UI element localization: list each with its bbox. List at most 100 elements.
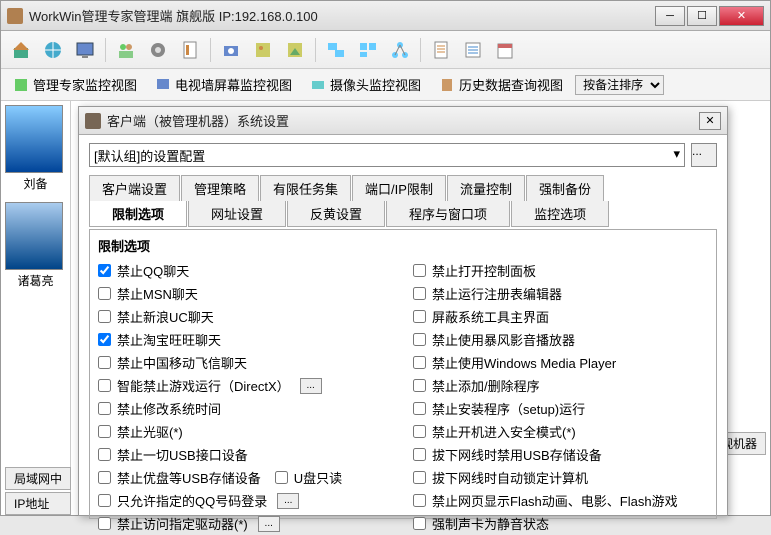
restrict-item[interactable]: 只允许指定的QQ号码登录... (98, 489, 393, 512)
restrict-item[interactable]: 禁止打开控制面板 (413, 259, 708, 282)
image2-icon[interactable] (281, 36, 309, 64)
restrict-item[interactable]: 禁止运行注册表编辑器 (413, 282, 708, 305)
config-more-button[interactable]: ... (691, 143, 717, 167)
checkbox[interactable] (413, 379, 426, 392)
checkbox[interactable] (98, 287, 111, 300)
restrict-item[interactable]: 禁止访问指定驱动器(*)... (98, 512, 393, 535)
restrict-item[interactable]: 禁止使用暴风影音播放器 (413, 328, 708, 351)
restrict-label: 禁止新浪UC聊天 (117, 307, 214, 326)
restrict-item[interactable]: 禁止一切USB接口设备 (98, 443, 393, 466)
restrict-item[interactable]: 禁止QQ聊天 (98, 259, 393, 282)
checkbox[interactable] (413, 471, 426, 484)
doc-icon[interactable] (427, 36, 455, 64)
restrict-item[interactable]: 禁止新浪UC聊天 (98, 305, 393, 328)
checkbox[interactable] (98, 402, 111, 415)
tab-4[interactable]: 流量控制 (447, 175, 525, 201)
restrict-item[interactable]: 禁止网页显示Flash动画、电影、Flash游戏 (413, 489, 708, 512)
subtab-3[interactable]: 程序与窗口项 (386, 201, 510, 227)
subtab-4[interactable]: 监控选项 (511, 201, 609, 227)
restrict-item[interactable]: 禁止添加/删除程序 (413, 374, 708, 397)
calendar-icon[interactable] (491, 36, 519, 64)
checkbox[interactable] (98, 264, 111, 277)
checkbox[interactable] (98, 425, 111, 438)
subtab-0[interactable]: 限制选项 (89, 201, 187, 227)
restrict-item[interactable]: 拔下网线时自动锁定计算机 (413, 466, 708, 489)
checkbox[interactable] (98, 448, 111, 461)
checkbox[interactable] (98, 471, 111, 484)
checkbox[interactable] (413, 310, 426, 323)
close-button[interactable]: ✕ (719, 6, 764, 26)
restrict-label: 禁止QQ聊天 (117, 261, 189, 280)
minimize-button[interactable]: ─ (655, 6, 685, 26)
globe-icon[interactable] (39, 36, 67, 64)
view-expert[interactable]: 管理专家监控视图 (7, 73, 143, 96)
users-icon[interactable] (112, 36, 140, 64)
more-button[interactable]: ... (277, 493, 299, 509)
checkbox[interactable] (98, 356, 111, 369)
checkbox[interactable] (98, 379, 111, 392)
sort-select[interactable]: 按备注排序 (575, 75, 664, 95)
checkbox[interactable] (413, 287, 426, 300)
checkbox[interactable] (413, 425, 426, 438)
tab-5[interactable]: 强制备份 (526, 175, 604, 201)
view-tvwall[interactable]: 电视墙屏幕监控视图 (149, 73, 298, 96)
checkbox[interactable] (413, 356, 426, 369)
report-icon[interactable] (176, 36, 204, 64)
bottom-tab-lan[interactable]: 局域网中 (5, 467, 71, 490)
dialog-titlebar[interactable]: 客户端（被管理机器）系统设置 ✕ (79, 107, 727, 135)
client-thumb-1[interactable] (5, 105, 63, 173)
restrict-item[interactable]: 禁止安装程序（setup)运行 (413, 397, 708, 420)
tab-3[interactable]: 端口/IP限制 (352, 175, 446, 201)
restrict-item[interactable]: 禁止优盘等USB存储设备U盘只读 (98, 466, 393, 489)
restrict-item[interactable]: 禁止淘宝旺旺聊天 (98, 328, 393, 351)
checkbox[interactable] (98, 494, 111, 507)
restrict-item[interactable]: 禁止光驱(*) (98, 420, 393, 443)
tab-1[interactable]: 管理策略 (181, 175, 259, 201)
screens2-icon[interactable] (354, 36, 382, 64)
restrict-item[interactable]: 禁止使用Windows Media Player (413, 351, 708, 374)
checkbox[interactable] (98, 310, 111, 323)
subtab-1[interactable]: 网址设置 (188, 201, 286, 227)
restrict-item[interactable]: 禁止修改系统时间 (98, 397, 393, 420)
restrict-item[interactable]: 禁止开机进入安全模式(*) (413, 420, 708, 443)
restrict-item[interactable]: 拔下网线时禁用USB存储设备 (413, 443, 708, 466)
view-camera[interactable]: 摄像头监控视图 (304, 73, 427, 96)
camera-icon[interactable] (217, 36, 245, 64)
checkbox[interactable] (98, 517, 111, 530)
checkbox[interactable] (98, 333, 111, 346)
checkbox[interactable] (413, 494, 426, 507)
config-group-select[interactable]: [默认组]的设置配置 ▾ (89, 143, 685, 167)
screens-icon[interactable] (322, 36, 350, 64)
more-button[interactable]: ... (258, 516, 280, 532)
home-icon[interactable] (7, 36, 35, 64)
checkbox[interactable] (413, 448, 426, 461)
checkbox[interactable] (413, 333, 426, 346)
restrict-item[interactable]: 智能禁止游戏运行（DirectX）... (98, 374, 393, 397)
checkbox[interactable] (413, 264, 426, 277)
more-button[interactable]: ... (300, 378, 322, 394)
restrict-item[interactable]: 强制声卡为静音状态 (413, 512, 708, 535)
restrict-label: 只允许指定的QQ号码登录 (117, 491, 267, 510)
network-icon[interactable] (386, 36, 414, 64)
subtab-2[interactable]: 反黄设置 (287, 201, 385, 227)
restrict-item[interactable]: 禁止MSN聊天 (98, 282, 393, 305)
tab-2[interactable]: 有限任务集 (260, 175, 351, 201)
checkbox[interactable] (413, 402, 426, 415)
tab-0[interactable]: 客户端设置 (89, 175, 180, 201)
main-titlebar[interactable]: WorkWin管理专家管理端 旗舰版 IP:192.168.0.100 ─ ☐ … (1, 1, 770, 31)
list-icon[interactable] (459, 36, 487, 64)
dialog-close-button[interactable]: ✕ (699, 112, 721, 130)
monitor-icon[interactable] (71, 36, 99, 64)
bottom-tab-ip[interactable]: IP地址 (5, 492, 71, 515)
view-history[interactable]: 历史数据查询视图 (433, 73, 569, 96)
dialog-tabs-row2: 限制选项网址设置反黄设置程序与窗口项监控选项 (89, 201, 717, 227)
checkbox[interactable] (413, 517, 426, 530)
image-icon[interactable] (249, 36, 277, 64)
restrict-item[interactable]: 屏蔽系统工具主界面 (413, 305, 708, 328)
maximize-button[interactable]: ☐ (687, 6, 717, 26)
extra-checkbox[interactable] (275, 471, 288, 484)
restrict-item[interactable]: 禁止中国移动飞信聊天 (98, 351, 393, 374)
gear-icon[interactable] (144, 36, 172, 64)
client-thumb-2[interactable] (5, 202, 63, 270)
client-label-2: 诸葛亮 (5, 272, 66, 289)
